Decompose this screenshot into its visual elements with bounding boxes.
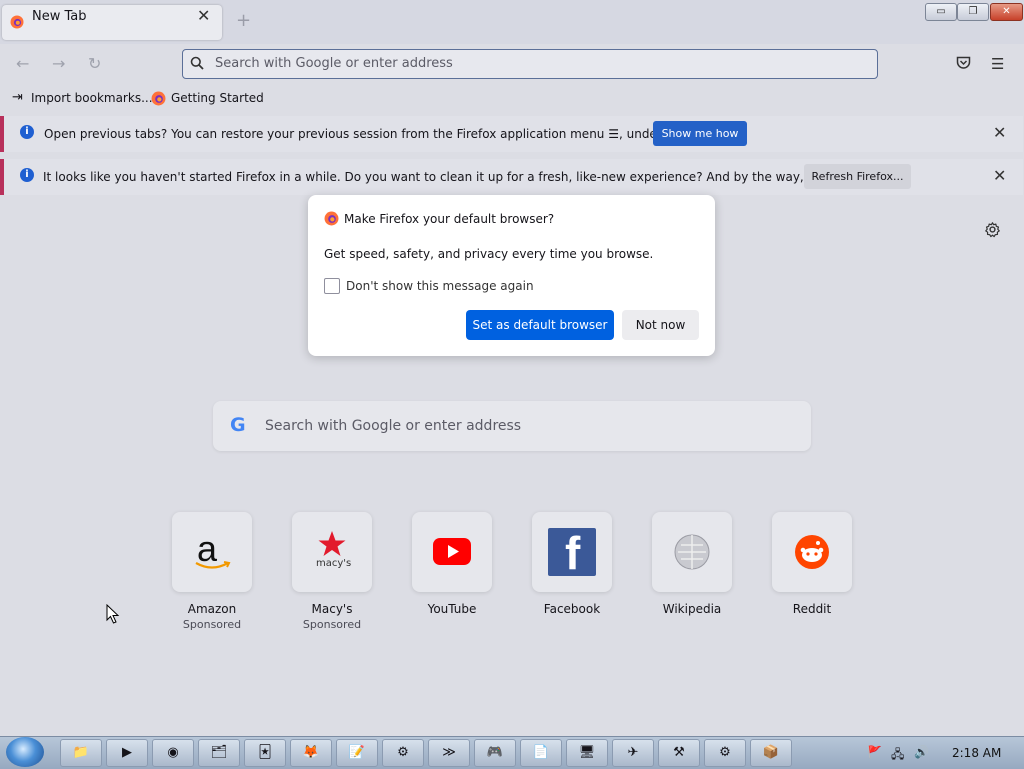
- top-site-title: Facebook: [543, 602, 601, 616]
- url-placeholder: Search with Google or enter address: [215, 56, 453, 71]
- main-search-placeholder: Search with Google or enter address: [265, 418, 522, 434]
- forward-button[interactable]: →: [52, 54, 65, 73]
- app-menu-icon[interactable]: ☰: [991, 55, 1004, 73]
- firefox-icon: [324, 211, 339, 226]
- start-button[interactable]: [6, 737, 44, 767]
- window-close-button[interactable]: ✕: [990, 3, 1023, 21]
- volume-icon[interactable]: 🔊: [914, 745, 929, 759]
- set-default-browser-button[interactable]: Set as default browser: [466, 310, 614, 340]
- reddit-icon: [795, 535, 829, 569]
- top-site-sponsored: Sponsored: [302, 618, 362, 631]
- taskbar-app-button[interactable]: 📝: [336, 739, 378, 767]
- restore-session-message: Open previous tabs? You can restore your…: [44, 127, 711, 141]
- gear-icon[interactable]: [984, 221, 1001, 238]
- pocket-icon[interactable]: [956, 56, 971, 70]
- tab-title: New Tab: [32, 9, 87, 24]
- top-site-title: Wikipedia: [662, 602, 722, 616]
- network-icon[interactable]: 🖧: [891, 745, 904, 766]
- firefox-icon: [151, 91, 166, 106]
- search-icon: [190, 56, 204, 70]
- taskbar-app-button[interactable]: 📁: [60, 739, 102, 767]
- firefox-icon: [10, 15, 24, 29]
- taskbar-app-button[interactable]: ▶: [106, 739, 148, 767]
- clock[interactable]: 2:18 AM: [952, 746, 1001, 760]
- dont-show-again-label[interactable]: Don't show this message again: [346, 279, 534, 293]
- window-minimize-button[interactable]: ▭: [925, 3, 957, 21]
- youtube-icon: [433, 538, 471, 565]
- info-icon: i: [20, 125, 34, 139]
- info-icon: i: [20, 168, 34, 182]
- taskbar-app-button[interactable]: 🦊: [290, 739, 332, 767]
- amazon-smile: [195, 561, 231, 569]
- google-icon: G: [230, 414, 246, 436]
- tab-close-icon[interactable]: ✕: [197, 6, 210, 25]
- window-maximize-button[interactable]: ❐: [957, 3, 989, 21]
- dont-show-again-checkbox[interactable]: [324, 278, 340, 294]
- taskbar-app-button[interactable]: 📦: [750, 739, 792, 767]
- taskbar-app-button[interactable]: 🃏: [244, 739, 286, 767]
- import-icon: ⇥: [12, 90, 23, 105]
- refresh-firefox-message: It looks like you haven't started Firefo…: [43, 170, 899, 184]
- close-icon[interactable]: ✕: [993, 166, 1006, 185]
- taskbar-app-button[interactable]: 🖥: [566, 739, 608, 767]
- taskbar-app-button[interactable]: ✈: [612, 739, 654, 767]
- facebook-letter: f: [565, 527, 581, 579]
- macys-icon: [318, 531, 346, 556]
- taskbar-app-button[interactable]: 🎮: [474, 739, 516, 767]
- mouse-cursor-icon: [106, 604, 120, 624]
- top-site-title: Reddit: [792, 602, 832, 616]
- macys-wordmark: macy's: [316, 558, 352, 569]
- wikipedia-icon: [674, 534, 710, 570]
- taskbar-app-button[interactable]: ⚙: [704, 739, 746, 767]
- top-site-title: YouTube: [427, 602, 477, 616]
- refresh-firefox-button[interactable]: Refresh Firefox...: [804, 164, 911, 189]
- taskbar-app-button[interactable]: ⚙: [382, 739, 424, 767]
- back-button[interactable]: ←: [16, 54, 29, 73]
- not-now-button[interactable]: Not now: [622, 310, 699, 340]
- action-center-icon[interactable]: 🚩: [867, 745, 882, 759]
- taskbar-app-button[interactable]: ≫: [428, 739, 470, 767]
- dialog-title: Make Firefox your default browser?: [344, 212, 555, 226]
- reload-button[interactable]: ↻: [88, 54, 101, 73]
- taskbar-app-button[interactable]: 🗂: [198, 739, 240, 767]
- taskbar-app-button[interactable]: ⚒: [658, 739, 700, 767]
- taskbar-app-button[interactable]: 📄: [520, 739, 562, 767]
- bookmark-import[interactable]: Import bookmarks...: [31, 91, 153, 105]
- top-site-sponsored: Sponsored: [182, 618, 242, 631]
- dialog-body: Get speed, safety, and privacy every tim…: [324, 247, 654, 261]
- bookmark-getting-started[interactable]: Getting Started: [171, 91, 264, 105]
- new-tab-button[interactable]: +: [236, 10, 251, 31]
- top-site-title: Amazon: [187, 602, 237, 616]
- top-site-title: Macy's: [311, 602, 353, 616]
- show-me-how-button[interactable]: Show me how: [653, 121, 747, 146]
- close-icon[interactable]: ✕: [993, 123, 1006, 142]
- taskbar-app-button[interactable]: ◉: [152, 739, 194, 767]
